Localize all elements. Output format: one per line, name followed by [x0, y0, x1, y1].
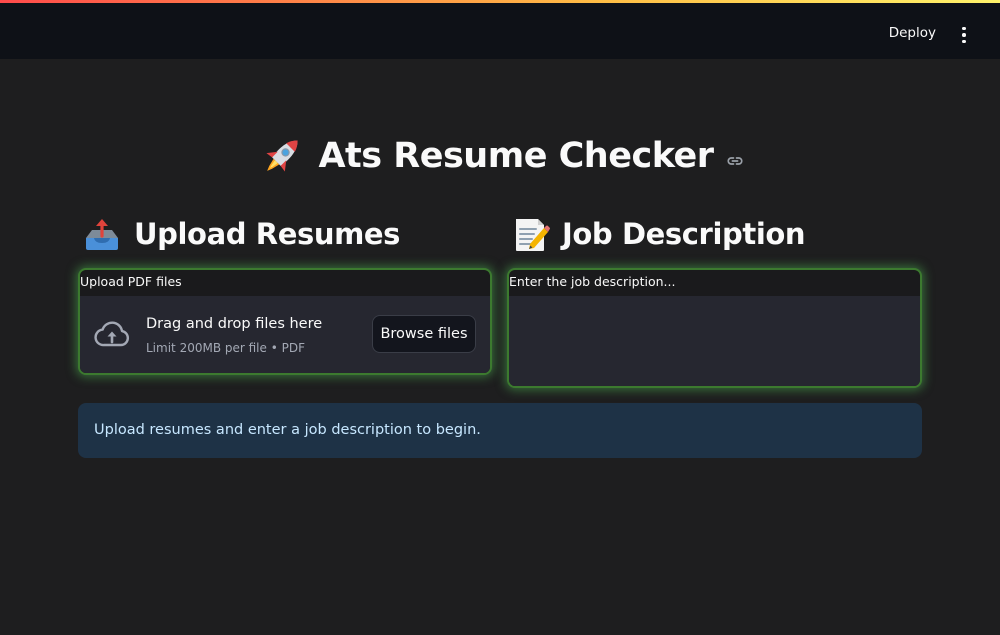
memo-icon	[516, 219, 550, 251]
cloud-upload-icon	[94, 321, 130, 347]
job-description-label: Enter the job description...	[509, 274, 676, 289]
outbox-tray-icon	[86, 219, 118, 250]
file-uploader-label: Upload PDF files	[80, 274, 182, 289]
main-menu-button[interactable]	[956, 23, 972, 47]
job-description-heading-text: Job Description	[562, 217, 806, 251]
dropzone-limit-text: Limit 200MB per file • PDF	[146, 341, 305, 355]
browse-files-button[interactable]: Browse files	[372, 315, 476, 353]
file-uploader: Upload PDF files Drag and drop files her…	[78, 268, 492, 375]
job-description-textarea[interactable]	[509, 296, 920, 386]
job-description-box: Enter the job description...	[507, 268, 922, 388]
deploy-button[interactable]: Deploy	[889, 25, 936, 41]
title-row: Ats Resume Checker	[0, 128, 1000, 184]
file-dropzone[interactable]: Drag and drop files here Limit 200MB per…	[80, 296, 490, 373]
info-alert: Upload resumes and enter a job descripti…	[78, 403, 922, 458]
page-title: Ats Resume Checker	[318, 136, 714, 176]
info-alert-text: Upload resumes and enter a job descripti…	[94, 422, 481, 438]
vertical-dots-icon	[962, 26, 966, 44]
upload-heading: Upload Resumes	[82, 210, 400, 258]
dropzone-title: Drag and drop files here	[146, 316, 323, 332]
link-icon[interactable]	[726, 152, 744, 170]
app-header: Deploy	[0, 3, 1000, 59]
rocket-icon	[266, 140, 299, 172]
job-description-heading: Job Description	[510, 210, 806, 258]
upload-heading-text: Upload Resumes	[134, 217, 401, 251]
